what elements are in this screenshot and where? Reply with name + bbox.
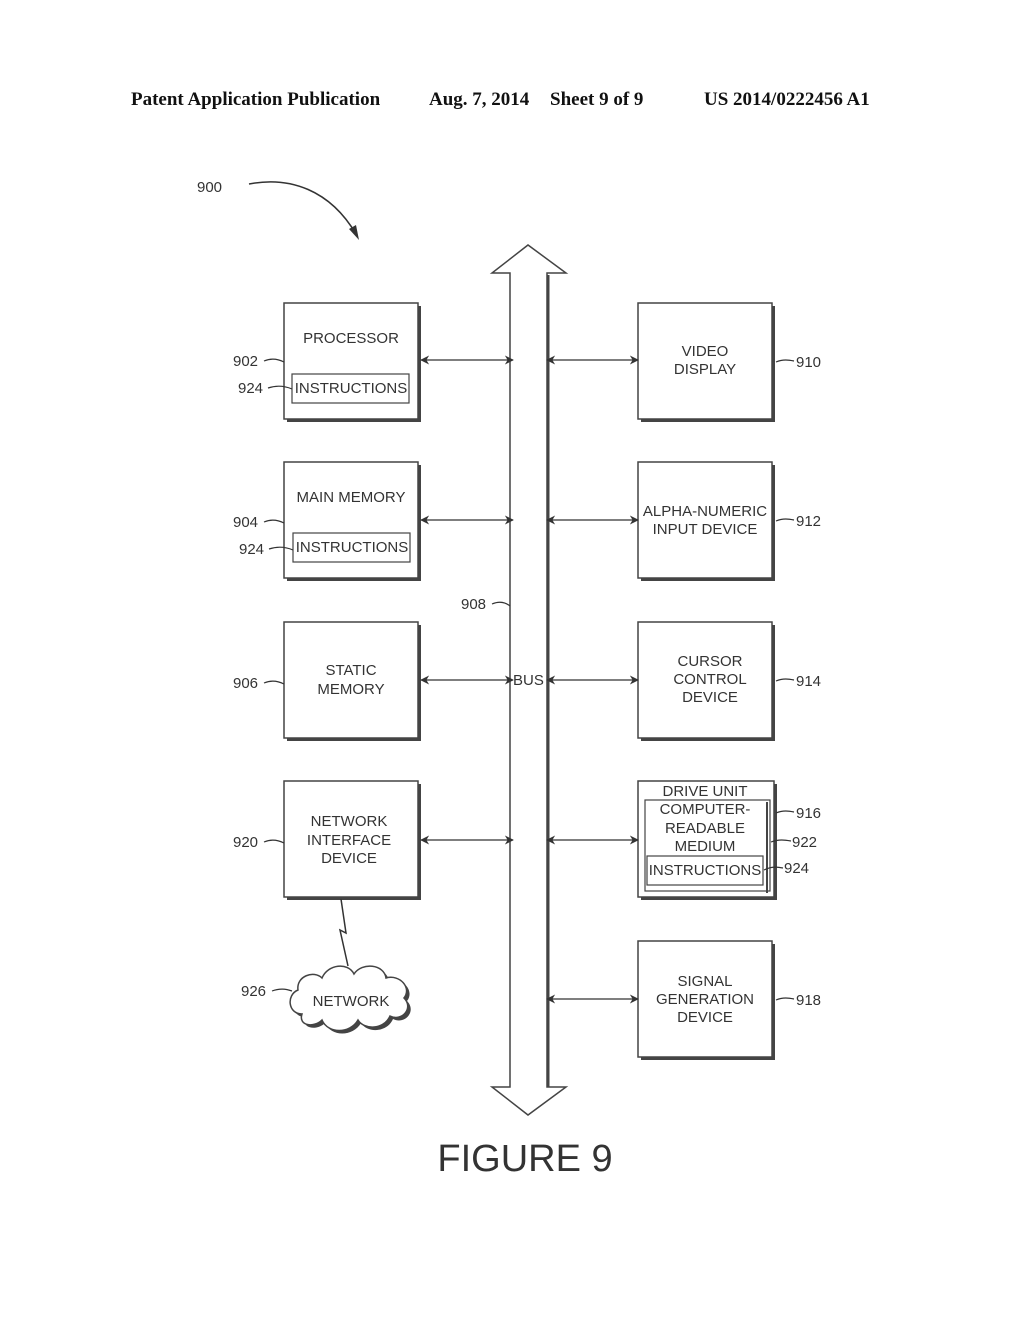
ref-920: 920 [233, 834, 258, 851]
static-memory-block: STATIC MEMORY [283, 621, 421, 741]
ref-916: 916 [796, 805, 821, 822]
ref-900-arrow [248, 181, 357, 235]
cursor-control-device-block: CURSOR CONTROL DEVICE [637, 621, 775, 741]
main-memory-label: MAIN MEMORY [297, 489, 406, 506]
alphanumeric-label-line2: INPUT DEVICE [653, 521, 758, 538]
bus-label: BUS [513, 672, 544, 689]
ref-906-leader [263, 680, 285, 685]
ref-914-leader [775, 678, 795, 682]
wireless-link-icon [338, 898, 349, 967]
ref-900: 900 [197, 179, 222, 196]
ref-912: 912 [796, 513, 821, 530]
alphanumeric-label-line1: ALPHA-NUMERIC [643, 503, 767, 520]
ref-906: 906 [233, 675, 258, 692]
network-interface-label-line3: DEVICE [321, 850, 377, 867]
figure-9-diagram: 900 BUS 908 PROCESSOR INSTRUCTIONS 902 9… [197, 179, 821, 1180]
video-display-label-line1: VIDEO [682, 343, 729, 360]
drive-instructions-label: INSTRUCTIONS [649, 862, 762, 879]
processor-block: PROCESSOR INSTRUCTIONS [283, 302, 421, 422]
ref-902-leader [263, 358, 285, 363]
ref-924-drive: 924 [784, 860, 809, 877]
static-memory-label-line2: MEMORY [317, 681, 384, 698]
network-interface-label-line1: NETWORK [311, 813, 388, 830]
drive-unit-block: DRIVE UNIT COMPUTER- READABLE MEDIUM INS… [637, 780, 777, 900]
ref-904-leader [263, 519, 285, 524]
signal-generation-label-line2: GENERATION [656, 991, 754, 1008]
ref-926: 926 [241, 983, 266, 1000]
ref-910-leader [775, 359, 795, 363]
video-display-label-line2: DISPLAY [674, 361, 736, 378]
processor-label: PROCESSOR [303, 330, 399, 347]
static-memory-label-line1: STATIC [325, 662, 376, 679]
ref-912-leader [775, 518, 795, 522]
ref-926-leader [271, 988, 293, 992]
ref-902: 902 [233, 353, 258, 370]
video-display-block: VIDEO DISPLAY [637, 302, 775, 422]
ref-920-leader [263, 839, 285, 844]
signal-generation-label-line1: SIGNAL [677, 973, 732, 990]
cursor-control-label-line3: DEVICE [682, 689, 738, 706]
ref-918: 918 [796, 992, 821, 1009]
network-interface-label-line2: INTERFACE [307, 832, 391, 849]
ref-916-leader [775, 810, 795, 814]
drive-unit-label: DRIVE UNIT [662, 783, 747, 800]
medium-label-line2: READABLE [665, 820, 745, 837]
ref-904: 904 [233, 514, 258, 531]
network-interface-device-block: NETWORK INTERFACE DEVICE [283, 780, 421, 900]
ref-924-processor: 924 [238, 380, 263, 397]
figure-title: FIGURE 9 [437, 1138, 612, 1180]
main-memory-block: MAIN MEMORY INSTRUCTIONS [283, 461, 421, 581]
main-memory-instructions-label: INSTRUCTIONS [296, 539, 409, 556]
ref-924-main-memory: 924 [239, 541, 264, 558]
signal-generation-device-block: SIGNAL GENERATION DEVICE [637, 940, 775, 1060]
ref-900-arrowhead-icon [349, 225, 359, 240]
ref-918-leader [775, 997, 795, 1001]
network-label: NETWORK [313, 993, 390, 1010]
processor-instructions-label: INSTRUCTIONS [295, 380, 408, 397]
signal-generation-label-line3: DEVICE [677, 1009, 733, 1026]
alphanumeric-input-device-block: ALPHA-NUMERIC INPUT DEVICE [637, 461, 775, 581]
ref-914: 914 [796, 673, 821, 690]
cursor-control-label-line1: CURSOR [677, 653, 742, 670]
cursor-control-label-line2: CONTROL [673, 671, 746, 688]
medium-label-line1: COMPUTER- [660, 801, 751, 818]
ref-922: 922 [792, 834, 817, 851]
ref-908: 908 [461, 596, 486, 613]
ref-908-leader [491, 601, 511, 607]
medium-label-line3: MEDIUM [675, 838, 736, 855]
ref-910: 910 [796, 354, 821, 371]
